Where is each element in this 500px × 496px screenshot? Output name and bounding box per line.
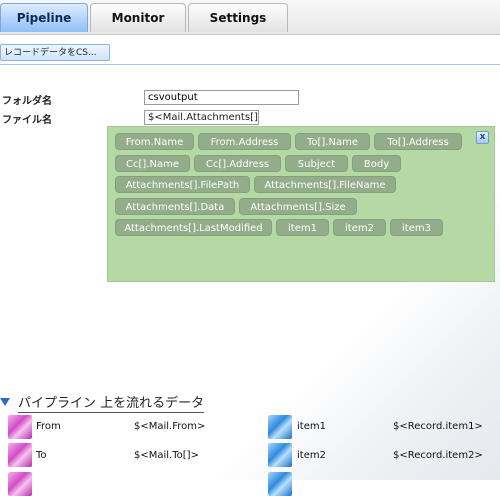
token-attachments-filename[interactable]: Attachments[].FileName: [254, 176, 396, 193]
row-item1-value: $<Record.item1>: [393, 421, 483, 432]
tab-settings[interactable]: Settings: [188, 3, 288, 32]
tab-pipeline[interactable]: Pipeline: [0, 3, 88, 32]
folder-input[interactable]: [144, 90, 299, 105]
token-to-address[interactable]: To[].Address: [374, 133, 462, 150]
token-to-name[interactable]: To[].Name: [295, 133, 370, 150]
token-from-name[interactable]: From.Name: [115, 133, 194, 150]
token-cc-name[interactable]: Cc[].Name: [115, 155, 190, 172]
token-body[interactable]: Body: [352, 155, 401, 172]
token-item1[interactable]: item1: [276, 219, 329, 236]
row-from-label: From: [36, 421, 61, 432]
mail-field-icon: [8, 415, 32, 439]
row-item2-label: item2: [297, 450, 326, 461]
mail-field-icon: [8, 443, 32, 467]
token-attachments-data[interactable]: Attachments[].Data: [115, 198, 235, 215]
pipeline-data-title: パイプライン 上を流れるデータ: [18, 392, 205, 413]
folder-label: フォルダ名: [2, 96, 52, 107]
filename-input[interactable]: $<Mail.Attachments[].l: [144, 110, 259, 125]
row-to-value: $<Mail.To[]>: [134, 450, 199, 461]
token-from-address[interactable]: From.Address: [198, 133, 291, 150]
token-item3[interactable]: item3: [390, 219, 443, 236]
close-icon[interactable]: x: [476, 131, 489, 144]
token-attachments-lastmodified[interactable]: Attachments[].LastModified: [115, 219, 272, 236]
token-item2[interactable]: item2: [333, 219, 386, 236]
filename-label: ファイル名: [2, 115, 52, 126]
mail-field-icon: [8, 472, 32, 496]
row-to-label: To: [36, 450, 47, 461]
record-field-icon: [268, 443, 292, 467]
row-item2-value: $<Record.item2>: [393, 450, 483, 461]
record-field-icon: [268, 415, 292, 439]
token-attachments-size[interactable]: Attachments[].Size: [239, 198, 357, 215]
collapse-triangle-icon[interactable]: [0, 398, 10, 406]
token-subject[interactable]: Subject: [285, 155, 348, 172]
row-from-value: $<Mail.From>: [134, 421, 206, 432]
tab-monitor[interactable]: Monitor: [90, 3, 186, 32]
token-cc-address[interactable]: Cc[].Address: [194, 155, 281, 172]
record-field-icon: [268, 472, 292, 496]
pipeline-data-header[interactable]: パイプライン 上を流れるデータ: [0, 392, 205, 413]
top-tab-bar: Pipeline Monitor Settings: [0, 0, 500, 35]
subtab-record-to-csv[interactable]: レコードデータをCS...: [0, 44, 110, 61]
token-attachments-filepath[interactable]: Attachments[].FilePath: [115, 176, 250, 193]
row-item1-label: item1: [297, 421, 326, 432]
